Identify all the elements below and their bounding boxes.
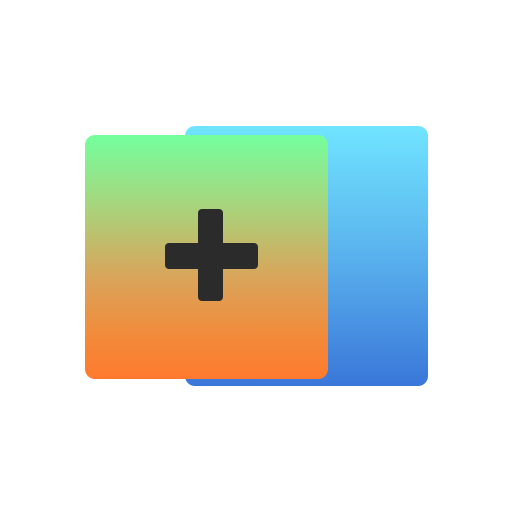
front-card — [85, 135, 328, 379]
add-to-stack-icon — [0, 0, 512, 512]
plus-icon-horizontal-bar — [165, 243, 258, 269]
